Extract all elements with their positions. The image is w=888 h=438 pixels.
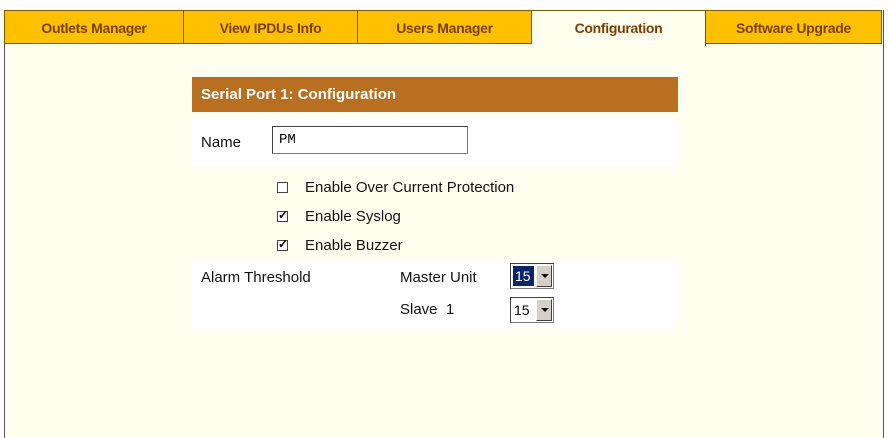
master-unit-label: Master Unit — [400, 269, 477, 286]
slave-1-threshold-value: 15 — [514, 302, 530, 318]
option-label: Enable Buzzer — [305, 236, 403, 254]
syslog-checkbox[interactable]: ✓ — [277, 207, 289, 222]
tab-users-manager[interactable]: Users Manager — [358, 10, 532, 44]
chevron-down-icon[interactable] — [536, 265, 552, 287]
content-frame — [4, 10, 884, 438]
slave-1-threshold-select[interactable]: 15 — [510, 297, 554, 323]
chevron-down-icon[interactable] — [536, 299, 552, 321]
alarm-threshold-label: Alarm Threshold — [201, 269, 311, 286]
buzzer-checkbox[interactable]: ✓ — [277, 236, 289, 251]
tab-view-ipdus-info[interactable]: View IPDUs Info — [184, 10, 358, 44]
name-label: Name — [201, 134, 242, 151]
over-current-checkbox[interactable] — [277, 181, 288, 193]
master-unit-threshold-value: 15 — [513, 266, 534, 286]
option-label: Enable Over Current Protection — [305, 178, 515, 196]
tab-configuration[interactable]: Configuration — [532, 10, 706, 46]
check-mark-icon: ✓ — [278, 207, 289, 222]
serial-port-panel: Serial Port 1: Configuration — [192, 77, 678, 112]
tab-software-upgrade[interactable]: Software Upgrade — [706, 10, 882, 44]
alarm-threshold-row: Alarm Threshold Master Unit 15 Slave 1 1… — [192, 261, 678, 328]
option-over-current-protection[interactable]: Enable Over Current Protection — [277, 175, 514, 199]
slave-1-label: Slave 1 — [400, 301, 455, 318]
tab-outlets-manager[interactable]: Outlets Manager — [4, 10, 184, 44]
option-label: Enable Syslog — [305, 207, 401, 225]
name-input[interactable] — [272, 126, 468, 154]
option-syslog[interactable]: ✓ Enable Syslog — [277, 204, 401, 228]
check-mark-icon: ✓ — [278, 236, 289, 251]
panel-title: Serial Port 1: Configuration — [192, 77, 678, 112]
option-buzzer[interactable]: ✓ Enable Buzzer — [277, 233, 403, 257]
tab-bar: Outlets Manager View IPDUs Info Users Ma… — [4, 10, 882, 46]
name-row: Name — [192, 117, 678, 165]
master-unit-threshold-select[interactable]: 15 — [510, 263, 554, 289]
